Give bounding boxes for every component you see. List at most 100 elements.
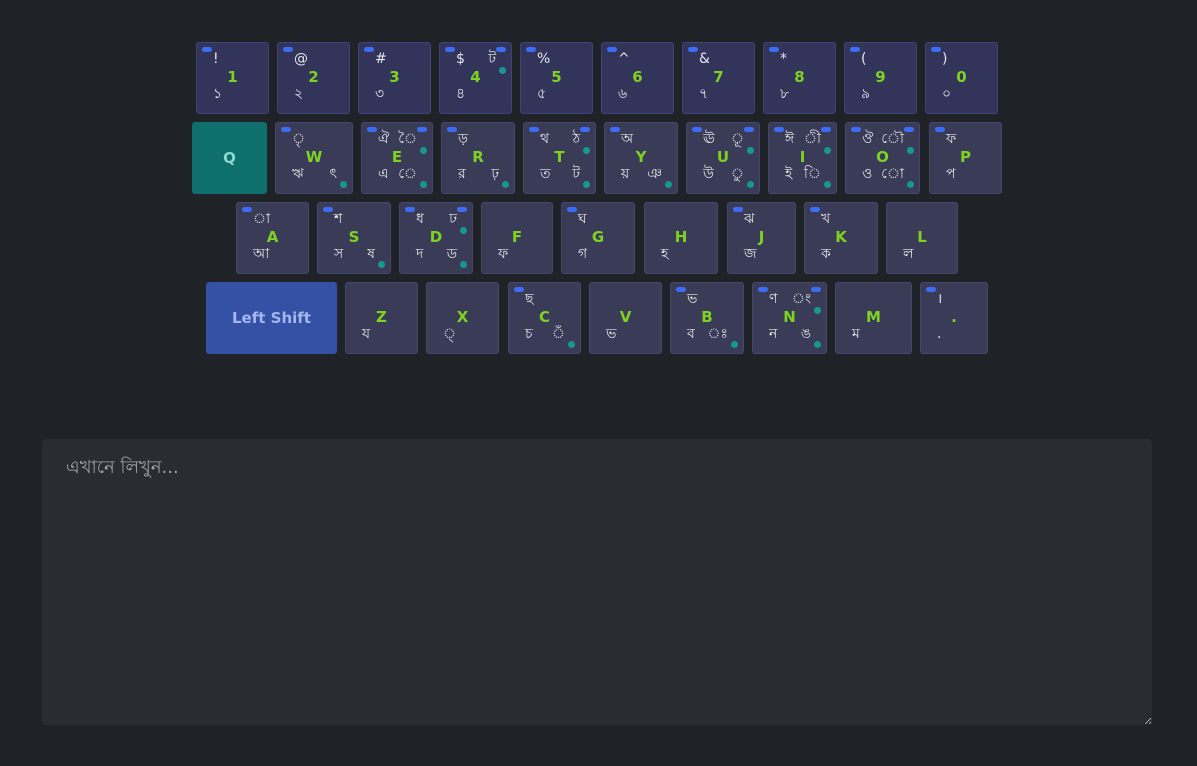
- latin-key-label: Y: [635, 148, 647, 166]
- base-char-label: ম: [852, 326, 860, 342]
- shift-char-label: ঐ: [378, 131, 390, 147]
- key-left-shift[interactable]: Left Shift: [206, 282, 337, 354]
- base-char-label: গ: [578, 246, 588, 262]
- base-char-label: ভ: [606, 326, 617, 342]
- latin-key-label: H: [674, 228, 688, 246]
- alt-char-label: ি: [803, 166, 821, 182]
- alt-indicator-dot: [568, 341, 575, 348]
- shift-indicator-dot: [935, 127, 945, 132]
- key-e[interactable]: ঐৈ E এে: [361, 122, 433, 194]
- base-char-label: ্: [443, 326, 457, 342]
- key-t[interactable]: থঠTতট: [523, 122, 596, 194]
- latin-key-label: V: [619, 308, 632, 326]
- shift-indicator-dot: [758, 287, 768, 292]
- base-char-label: ই: [785, 166, 793, 182]
- key-g[interactable]: ঘGগ: [561, 202, 635, 274]
- alt-indicator-dot: [583, 181, 590, 188]
- latin-key-label: K: [835, 228, 847, 246]
- base-char-label: ০: [942, 86, 952, 102]
- base-char-label: ফ: [498, 246, 509, 262]
- key-l[interactable]: Lল: [886, 202, 958, 274]
- shift-char-label: ।: [937, 291, 943, 307]
- key-p[interactable]: ফPপ: [929, 122, 1002, 194]
- base-char-label: ঋ: [292, 166, 304, 182]
- shift-indicator-dot: [567, 207, 577, 212]
- base-char-label: ক: [821, 246, 831, 262]
- base-char-label: উ: [703, 166, 714, 182]
- alt-char-label: ঞ: [647, 166, 662, 182]
- key-d[interactable]: ধঢDদড: [399, 202, 473, 274]
- base-char-label: ১: [213, 86, 223, 102]
- shift-char-label: ছ: [525, 291, 534, 307]
- shift-char-label: ঊ: [703, 131, 715, 147]
- shift-indicator-dot: [676, 287, 686, 292]
- shift-indicator-dot: [367, 127, 377, 132]
- key-n[interactable]: ণং N ন ঙ: [752, 282, 827, 354]
- key-f[interactable]: Fফ: [481, 202, 553, 274]
- latin-key-label: Z: [376, 308, 387, 326]
- shift-indicator-dot: [926, 287, 936, 292]
- base-char-label: ৯: [861, 86, 871, 102]
- key-w[interactable]: ৃ W ঋ ৎ: [275, 122, 353, 194]
- shift-alt-indicator-dot: [811, 287, 821, 292]
- key-h[interactable]: Hহ: [644, 202, 718, 274]
- alt-char-label: ড: [446, 246, 457, 262]
- base-char-label: ৮: [780, 86, 790, 102]
- text-editor[interactable]: [42, 439, 1152, 725]
- shift-char-label: ণ: [769, 291, 778, 307]
- latin-key-label: Q: [223, 149, 236, 167]
- key-q[interactable]: Q: [192, 122, 267, 194]
- key-j[interactable]: ঝJজ: [727, 202, 796, 274]
- base-char-label: ত: [540, 166, 551, 182]
- shift-indicator-dot: [610, 127, 620, 132]
- keyboard-row-4: Left Shift Z য X্ ছ C চঁ V ভ ভ B বঃ ণং N ন ঙ M ম ।..: [0, 0, 1197, 354]
- alt-indicator-dot: [502, 181, 509, 188]
- key-i[interactable]: ঈী I ইি: [768, 122, 837, 194]
- shift-char-label: ধ: [416, 211, 424, 227]
- alt-shift-indicator-dot: [814, 307, 821, 314]
- alt-char-label: ঢ়: [491, 166, 499, 182]
- key-period[interactable]: ।..: [920, 282, 988, 354]
- key-y[interactable]: অ Y য় ঞ: [604, 122, 678, 194]
- alt-indicator-dot: [731, 341, 738, 348]
- shift-indicator-dot: [733, 207, 743, 212]
- key-z[interactable]: Zয: [345, 282, 418, 354]
- key-b[interactable]: ভ B বঃ: [670, 282, 744, 354]
- key-c[interactable]: ছ C চঁ: [508, 282, 581, 354]
- key-k[interactable]: খKক: [804, 202, 878, 274]
- key-r[interactable]: ড় R র ঢ়: [441, 122, 515, 194]
- base-char-label: ন: [769, 326, 778, 342]
- shift-alt-char-label: ং: [791, 291, 811, 307]
- base-char-label: দ: [416, 246, 424, 262]
- shift-alt-char-label: ৌ: [881, 131, 904, 147]
- shift-alt-indicator-dot: [417, 127, 427, 132]
- key-u[interactable]: ঊূ U উু: [686, 122, 760, 194]
- alt-char-label: ু: [730, 166, 744, 182]
- alt-shift-indicator-dot: [824, 147, 831, 154]
- alt-indicator-dot: [420, 181, 427, 188]
- key-v[interactable]: Vভ: [589, 282, 662, 354]
- shift-alt-char-label: ঢ: [449, 211, 457, 227]
- key-a[interactable]: া A আ: [236, 202, 309, 274]
- alt-indicator-dot: [907, 181, 914, 188]
- key-s[interactable]: শSস ষ: [317, 202, 391, 274]
- alt-char-label: ো: [881, 166, 904, 182]
- base-char-label: জ: [744, 246, 757, 262]
- base-char-label: য়: [621, 166, 630, 182]
- base-char-label: .: [937, 326, 942, 342]
- shift-alt-indicator-dot: [821, 127, 831, 132]
- alt-char-label: ৎ: [329, 166, 337, 182]
- base-char-label: হ: [661, 246, 669, 262]
- alt-char-label: ঃ: [707, 326, 728, 342]
- key-m[interactable]: Mম: [835, 282, 912, 354]
- base-char-label: ৬: [618, 86, 628, 102]
- key-x[interactable]: X্: [426, 282, 499, 354]
- shift-char-label: ঈ: [785, 131, 795, 147]
- shift-alt-indicator-dot: [580, 127, 590, 132]
- alt-char-label: ঁ: [551, 326, 565, 342]
- alt-indicator-dot: [665, 181, 672, 188]
- shift-indicator-dot: [529, 127, 539, 132]
- latin-key-label: C: [538, 308, 550, 326]
- key-o[interactable]: ঔৌ O ওো: [845, 122, 920, 194]
- alt-indicator-dot: [460, 261, 467, 268]
